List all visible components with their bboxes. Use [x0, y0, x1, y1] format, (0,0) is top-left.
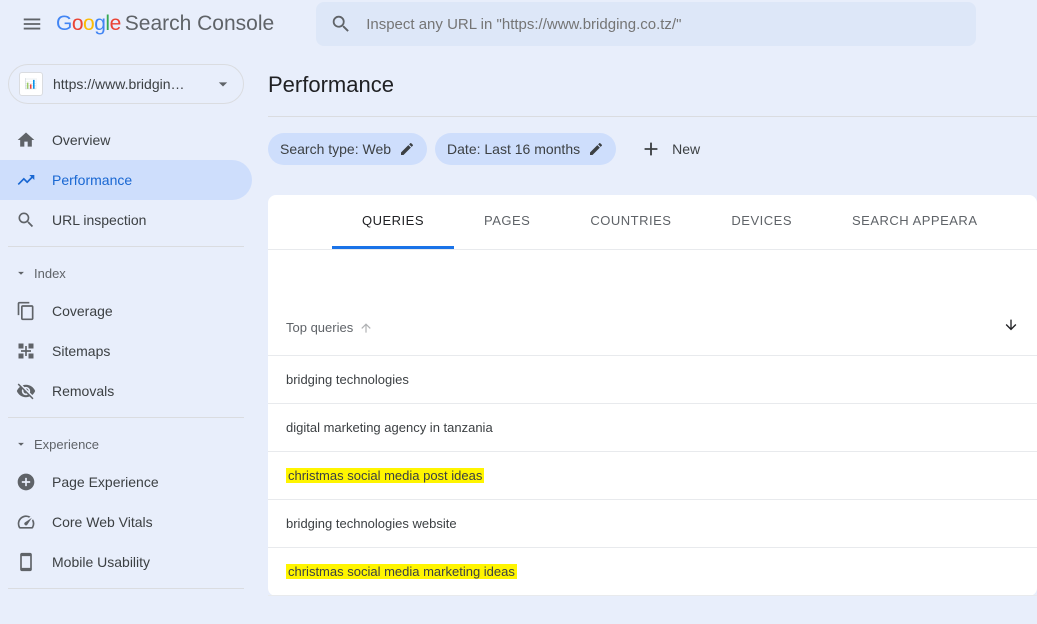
- nav-core-web-vitals[interactable]: Core Web Vitals: [0, 502, 252, 542]
- tab-bar: QUERIES PAGES COUNTRIES DEVICES SEARCH A…: [268, 195, 1037, 250]
- arrow-down-icon: [1003, 317, 1019, 333]
- property-favicon: 📊: [19, 72, 43, 96]
- tab-queries[interactable]: QUERIES: [332, 195, 454, 249]
- circle-plus-icon: [16, 472, 36, 492]
- add-filter-button[interactable]: New: [640, 138, 700, 160]
- search-icon: [16, 210, 36, 230]
- nav-label: Removals: [52, 383, 114, 399]
- section-index[interactable]: Index: [0, 255, 252, 291]
- sidebar: 📊 https://www.bridgin… Overview Performa…: [0, 48, 260, 596]
- query-text: bridging technologies website: [286, 516, 457, 531]
- chip-label: Date: Last 16 months: [447, 141, 580, 157]
- nav-page-experience[interactable]: Page Experience: [0, 462, 252, 502]
- section-experience[interactable]: Experience: [0, 426, 252, 462]
- nav-label: Overview: [52, 132, 110, 148]
- edit-icon: [588, 141, 604, 157]
- nav-sitemaps[interactable]: Sitemaps: [0, 331, 252, 371]
- tab-search-appearance[interactable]: SEARCH APPEARA: [822, 195, 1008, 249]
- search-input[interactable]: [366, 16, 962, 33]
- google-logo: Google: [56, 12, 121, 36]
- chevron-down-icon: [213, 74, 233, 94]
- tab-devices[interactable]: DEVICES: [701, 195, 822, 249]
- nav-url-inspection[interactable]: URL inspection: [0, 200, 252, 240]
- query-text: christmas social media marketing ideas: [286, 564, 517, 579]
- filter-search-type[interactable]: Search type: Web: [268, 133, 427, 165]
- col-top-queries: Top queries: [286, 320, 353, 335]
- page-title: Performance: [268, 72, 1037, 98]
- url-search-box[interactable]: [316, 2, 976, 46]
- nav-label: Page Experience: [52, 474, 159, 490]
- speed-icon: [16, 512, 36, 532]
- nav-label: Mobile Usability: [52, 554, 150, 570]
- tab-countries[interactable]: COUNTRIES: [560, 195, 701, 249]
- sitemap-icon: [16, 341, 36, 361]
- nav-label: Performance: [52, 172, 132, 188]
- nav-overview[interactable]: Overview: [0, 120, 252, 160]
- nav-mobile-usability[interactable]: Mobile Usability: [0, 542, 252, 582]
- chip-label: Search type: Web: [280, 141, 391, 157]
- plus-icon: [640, 138, 662, 160]
- main-content: Performance Search type: Web Date: Last …: [260, 48, 1037, 596]
- phone-icon: [16, 552, 36, 572]
- table-row[interactable]: bridging technologies website: [268, 500, 1037, 548]
- filter-date[interactable]: Date: Last 16 months: [435, 133, 616, 165]
- nav-label: URL inspection: [52, 212, 146, 228]
- query-text: christmas social media post ideas: [286, 468, 484, 483]
- add-label: New: [672, 141, 700, 157]
- nav-label: Coverage: [52, 303, 113, 319]
- trend-icon: [16, 170, 36, 190]
- tab-pages[interactable]: PAGES: [454, 195, 560, 249]
- nav-performance[interactable]: Performance: [0, 160, 252, 200]
- triangle-down-icon: [14, 266, 28, 280]
- hamburger-icon: [21, 13, 43, 35]
- home-icon: [16, 130, 36, 150]
- section-label: Index: [34, 266, 66, 281]
- section-label: Experience: [34, 437, 99, 452]
- triangle-down-icon: [14, 437, 28, 451]
- edit-icon: [399, 141, 415, 157]
- table-header[interactable]: Top queries: [268, 300, 1037, 356]
- nav-label: Core Web Vitals: [52, 514, 153, 530]
- arrow-up-icon: [359, 321, 373, 335]
- query-text: digital marketing agency in tanzania: [286, 420, 493, 435]
- table-row[interactable]: christmas social media marketing ideas: [268, 548, 1037, 596]
- query-card: QUERIES PAGES COUNTRIES DEVICES SEARCH A…: [268, 195, 1037, 596]
- nav-removals[interactable]: Removals: [0, 371, 252, 411]
- product-name: Search Console: [125, 12, 274, 36]
- query-text: bridging technologies: [286, 372, 409, 387]
- nav-label: Sitemaps: [52, 343, 110, 359]
- logo: Google Search Console: [56, 12, 274, 36]
- nav-coverage[interactable]: Coverage: [0, 291, 252, 331]
- search-icon: [330, 13, 352, 35]
- table-row[interactable]: christmas social media post ideas: [268, 452, 1037, 500]
- visibility-off-icon: [16, 381, 36, 401]
- property-selector[interactable]: 📊 https://www.bridgin…: [8, 64, 244, 104]
- property-url: https://www.bridgin…: [53, 76, 213, 92]
- menu-button[interactable]: [8, 0, 56, 48]
- table-row[interactable]: bridging technologies: [268, 356, 1037, 404]
- table-row[interactable]: digital marketing agency in tanzania: [268, 404, 1037, 452]
- file-icon: [16, 301, 36, 321]
